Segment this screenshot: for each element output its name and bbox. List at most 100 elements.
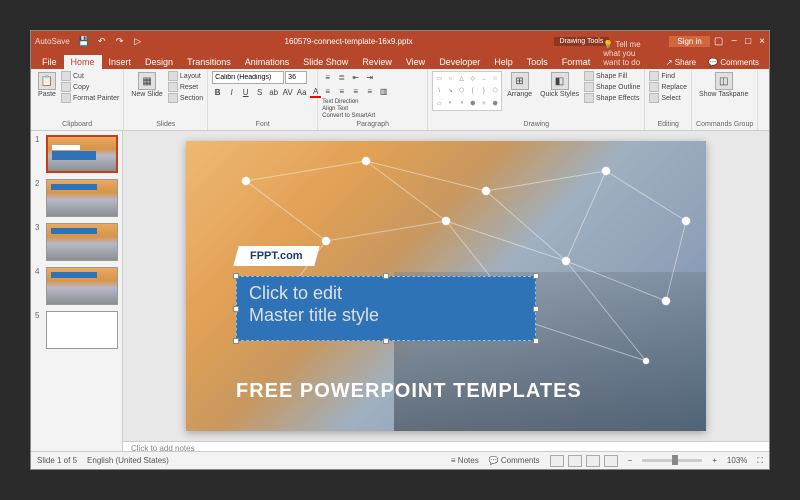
- thumbnail-1[interactable]: 1: [35, 135, 118, 173]
- autosave-toggle[interactable]: AutoSave: [35, 37, 70, 46]
- select-button[interactable]: Select: [649, 93, 687, 103]
- copy-button[interactable]: Copy: [61, 82, 119, 92]
- shape-effects-button[interactable]: Shape Effects: [584, 93, 640, 103]
- tab-animations[interactable]: Animations: [238, 55, 297, 69]
- resize-handle[interactable]: [233, 273, 239, 279]
- tab-format[interactable]: Format: [555, 55, 598, 69]
- shadow-button[interactable]: ab: [268, 87, 279, 98]
- align-text-button[interactable]: Align Text: [322, 106, 375, 112]
- canvas-wrap[interactable]: FPPT.com Click to edit Master title styl…: [123, 131, 769, 441]
- replace-button[interactable]: Replace: [649, 82, 687, 92]
- undo-icon[interactable]: ↶: [96, 35, 108, 47]
- strike-button[interactable]: S: [254, 87, 265, 98]
- sorter-view-button[interactable]: [568, 455, 582, 467]
- tab-design[interactable]: Design: [138, 55, 180, 69]
- tab-insert[interactable]: Insert: [102, 55, 139, 69]
- resize-handle[interactable]: [533, 338, 539, 344]
- shape-outline-button[interactable]: Shape Outline: [584, 82, 640, 92]
- zoom-out-button[interactable]: −: [628, 456, 633, 465]
- outline-icon: [584, 82, 594, 92]
- tab-transitions[interactable]: Transitions: [180, 55, 238, 69]
- section-button[interactable]: Section: [168, 93, 203, 103]
- format-painter-button[interactable]: Format Painter: [61, 93, 119, 103]
- thumbnail-2[interactable]: 2: [35, 179, 118, 217]
- zoom-level[interactable]: 103%: [727, 456, 747, 465]
- columns-button[interactable]: ▥: [378, 86, 389, 97]
- font-size-select[interactable]: [285, 71, 307, 84]
- start-from-beginning-icon[interactable]: ▷: [132, 35, 144, 47]
- minimize-icon[interactable]: −: [731, 36, 737, 47]
- thumbnail-4[interactable]: 4: [35, 267, 118, 305]
- cut-button[interactable]: Cut: [61, 71, 119, 81]
- smartart-button[interactable]: Convert to SmartArt: [322, 113, 375, 119]
- paste-button[interactable]: 📋Paste: [35, 71, 59, 99]
- reset-button[interactable]: Reset: [168, 82, 203, 92]
- title-placeholder[interactable]: Click to edit Master title style: [236, 276, 536, 341]
- resize-handle[interactable]: [383, 338, 389, 344]
- comments-button[interactable]: 💬 Comments: [702, 56, 765, 69]
- tab-home[interactable]: Home: [64, 55, 102, 69]
- tell-me-search[interactable]: 💡 Tell me what you want to do: [597, 38, 660, 69]
- close-icon[interactable]: ×: [759, 36, 765, 47]
- shapes-gallery[interactable]: ▭○△◇→☆ \↘⬡{}⬠ ▱◐◑⬢✧⬣: [432, 71, 502, 111]
- layout-button[interactable]: Layout: [168, 71, 203, 81]
- justify-button[interactable]: ≡: [364, 86, 375, 97]
- quick-styles-icon: ◧: [551, 72, 569, 90]
- zoom-in-button[interactable]: +: [712, 456, 717, 465]
- tab-slideshow[interactable]: Slide Show: [296, 55, 355, 69]
- normal-view-button[interactable]: [550, 455, 564, 467]
- thumbnail-image: [46, 311, 118, 349]
- maximize-icon[interactable]: □: [745, 36, 751, 47]
- paste-icon: 📋: [38, 72, 56, 90]
- tab-tools[interactable]: Tools: [520, 55, 555, 69]
- align-right-button[interactable]: ≡: [350, 86, 361, 97]
- resize-handle[interactable]: [383, 273, 389, 279]
- resize-handle[interactable]: [533, 273, 539, 279]
- bold-button[interactable]: B: [212, 87, 223, 98]
- italic-button[interactable]: I: [226, 87, 237, 98]
- slideshow-view-button[interactable]: [604, 455, 618, 467]
- tab-help[interactable]: Help: [487, 55, 520, 69]
- font-family-select[interactable]: [212, 71, 284, 84]
- resize-handle[interactable]: [533, 306, 539, 312]
- resize-handle[interactable]: [233, 306, 239, 312]
- shape-fill-button[interactable]: Shape Fill: [584, 71, 640, 81]
- decrease-indent-button[interactable]: ⇤: [350, 72, 361, 83]
- save-icon[interactable]: 💾: [78, 35, 90, 47]
- case-button[interactable]: Aa: [296, 87, 307, 98]
- notes-toggle[interactable]: ≡ Notes: [451, 456, 479, 465]
- resize-handle[interactable]: [233, 338, 239, 344]
- quick-styles-button[interactable]: ◧Quick Styles: [537, 71, 582, 99]
- slide-canvas[interactable]: FPPT.com Click to edit Master title styl…: [186, 141, 706, 431]
- new-slide-button[interactable]: ▦New Slide: [128, 71, 166, 99]
- brand-label: FPPT.com: [233, 246, 319, 266]
- spacing-button[interactable]: AV: [282, 87, 293, 98]
- text-direction-button[interactable]: Text Direction: [322, 99, 375, 105]
- tab-file[interactable]: File: [35, 55, 64, 69]
- increase-indent-button[interactable]: ⇥: [364, 72, 375, 83]
- thumbnail-5[interactable]: 5: [35, 311, 118, 349]
- tab-developer[interactable]: Developer: [432, 55, 487, 69]
- redo-icon[interactable]: ↷: [114, 35, 126, 47]
- reset-icon: [168, 82, 178, 92]
- bullets-button[interactable]: ≡: [322, 72, 333, 83]
- ribbon-options-icon[interactable]: ▢: [714, 36, 723, 47]
- signin-button[interactable]: Sign in: [669, 36, 709, 47]
- thumbnail-3[interactable]: 3: [35, 223, 118, 261]
- notes-pane[interactable]: Click to add notes: [123, 441, 769, 451]
- tab-view[interactable]: View: [399, 55, 432, 69]
- share-button[interactable]: ↗ Share: [660, 56, 702, 69]
- align-center-button[interactable]: ≡: [336, 86, 347, 97]
- language-indicator[interactable]: English (United States): [87, 456, 169, 465]
- reading-view-button[interactable]: [586, 455, 600, 467]
- tab-review[interactable]: Review: [355, 55, 399, 69]
- comments-toggle[interactable]: 💬 Comments: [489, 456, 540, 465]
- fit-to-window-button[interactable]: ⛶: [757, 456, 763, 466]
- arrange-button[interactable]: ⊞Arrange: [504, 71, 535, 99]
- find-button[interactable]: Find: [649, 71, 687, 81]
- underline-button[interactable]: U: [240, 87, 251, 98]
- zoom-slider[interactable]: [642, 459, 702, 462]
- align-left-button[interactable]: ≡: [322, 86, 333, 97]
- numbering-button[interactable]: ≣: [336, 72, 347, 83]
- show-taskpane-button[interactable]: ◫Show Taskpane: [696, 71, 751, 99]
